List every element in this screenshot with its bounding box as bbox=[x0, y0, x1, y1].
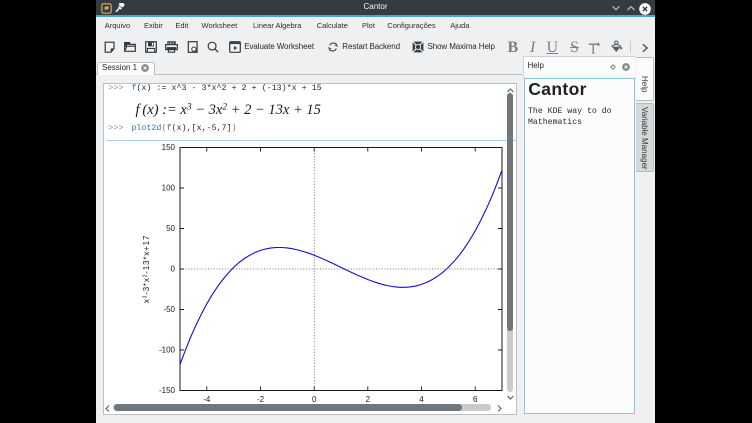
svg-text:0: 0 bbox=[171, 265, 176, 274]
svg-text:-100: -100 bbox=[159, 346, 176, 355]
svg-text:x3-3*x2-13*x+17: x3-3*x2-13*x+17 bbox=[142, 235, 151, 303]
svg-text:-150: -150 bbox=[159, 386, 176, 395]
svg-text:50: 50 bbox=[166, 224, 175, 233]
svg-text:0: 0 bbox=[312, 395, 317, 404]
svg-text:100: 100 bbox=[162, 184, 176, 193]
svg-text:-2: -2 bbox=[257, 395, 265, 404]
svg-text:-4: -4 bbox=[203, 395, 211, 404]
svg-text:150: 150 bbox=[162, 143, 176, 152]
svg-text:2: 2 bbox=[366, 395, 371, 404]
svg-text:4: 4 bbox=[419, 395, 424, 404]
svg-text:6: 6 bbox=[473, 395, 478, 404]
svg-text:-50: -50 bbox=[163, 305, 175, 314]
